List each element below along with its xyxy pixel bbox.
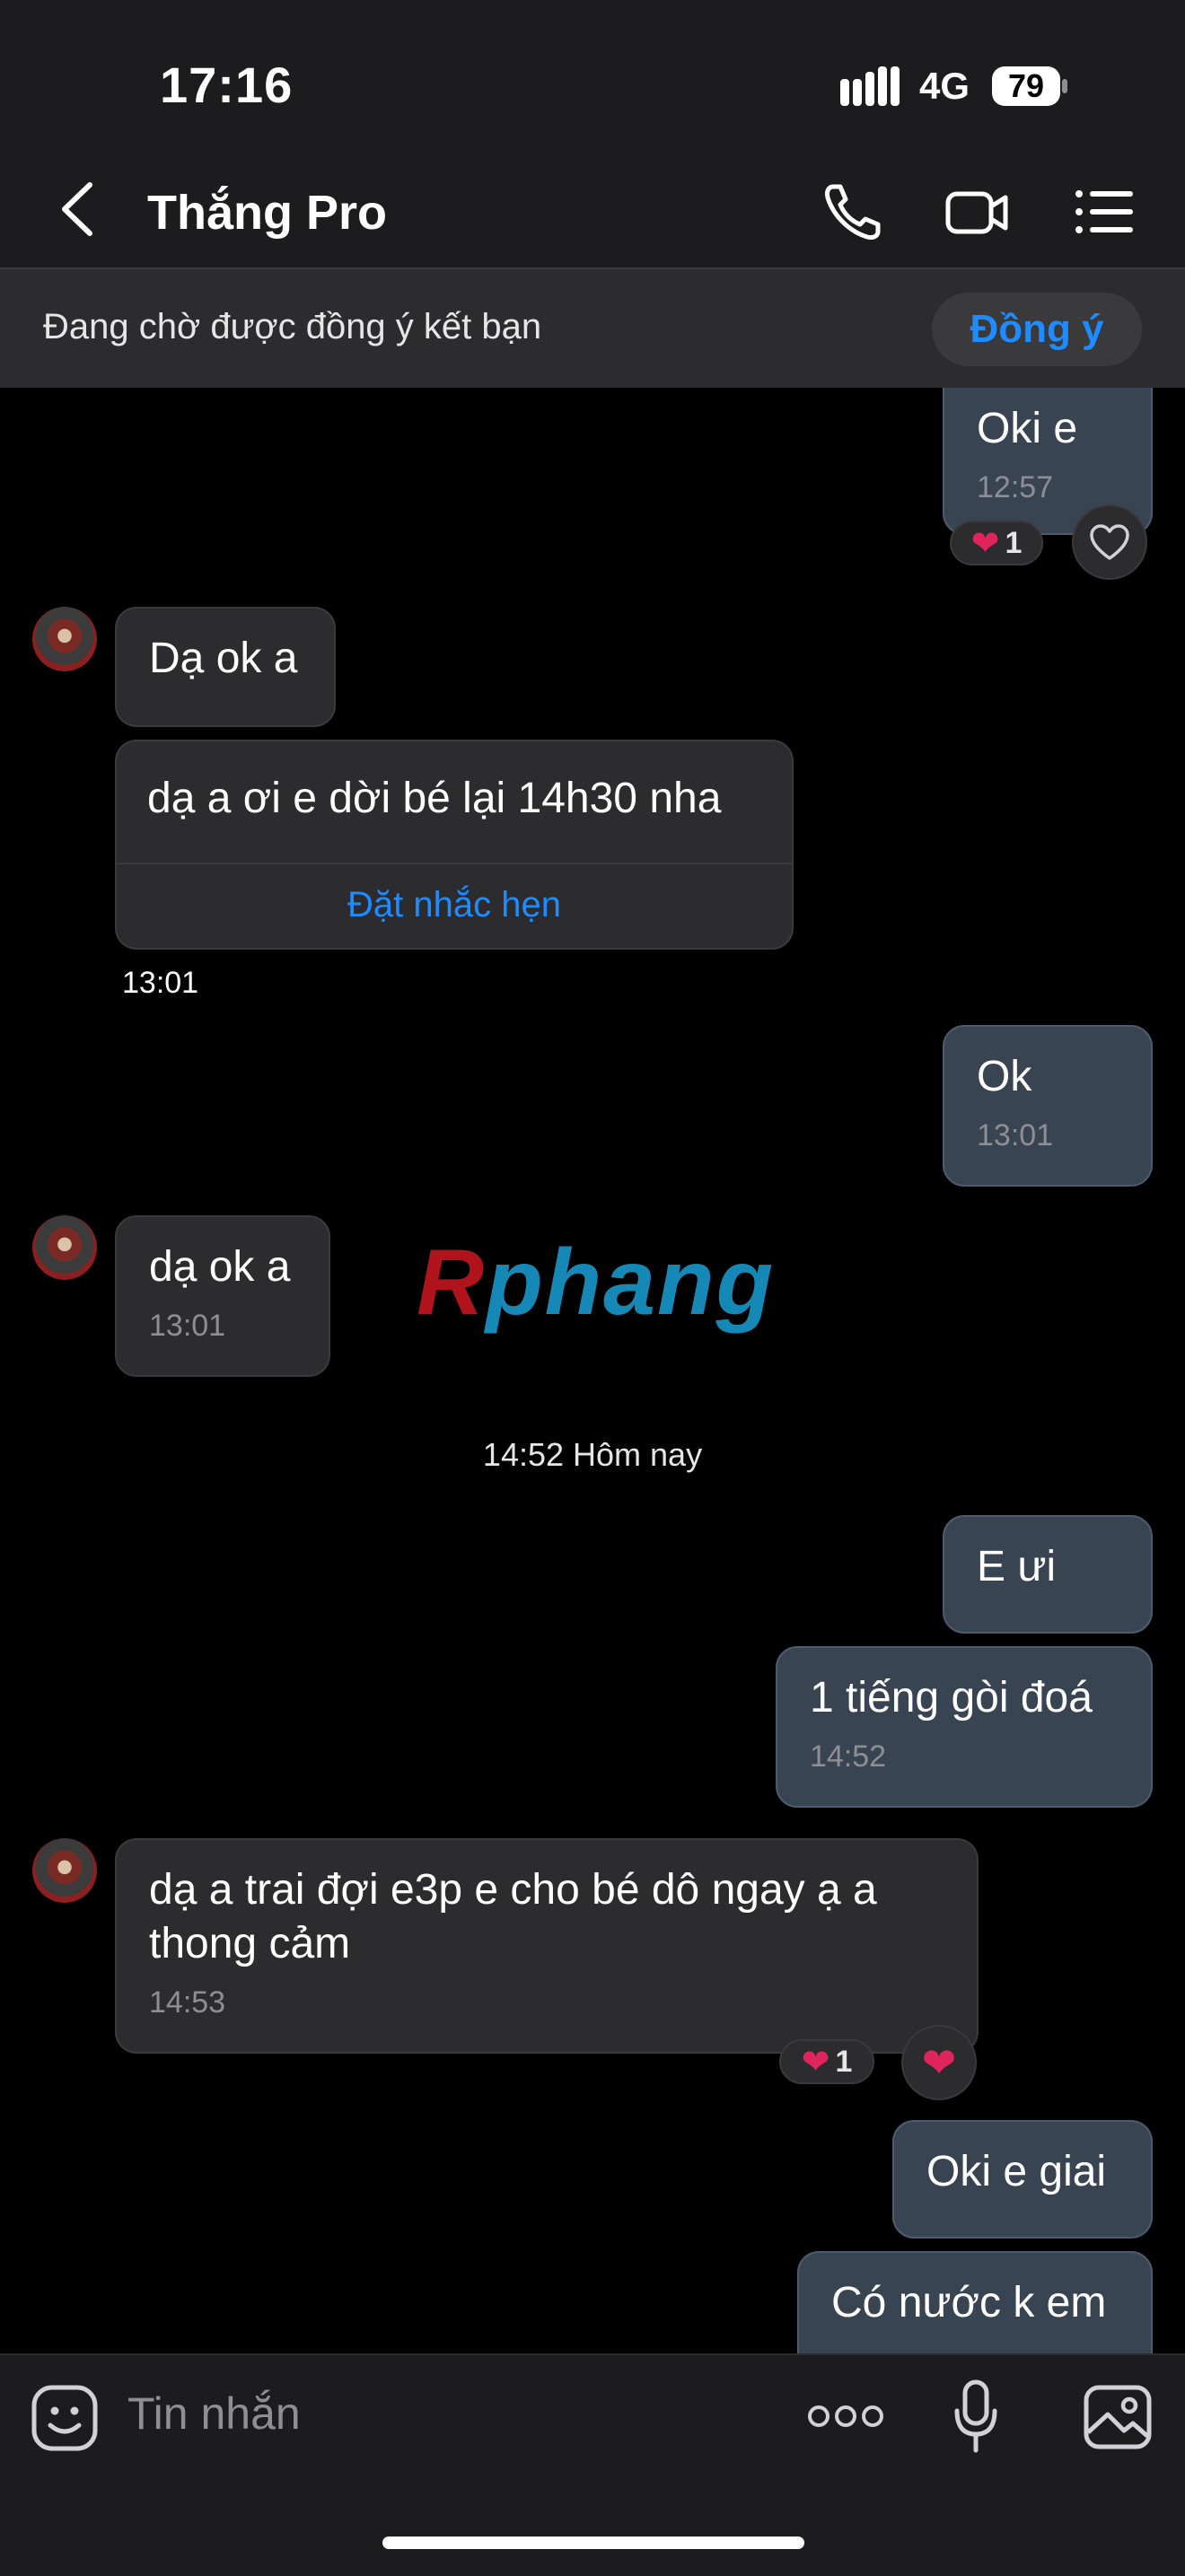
message-bubble-outgoing[interactable]: 1 tiếng gòi đoá 14:52 (776, 1646, 1153, 1808)
message-time: 12:57 (977, 470, 1054, 504)
reaction-count: 1 (835, 2044, 853, 2079)
message-bubble-incoming[interactable]: dạ a trai đợi e3p e cho bé dô ngay ạ a t… (115, 1838, 979, 2054)
contact-avatar[interactable] (32, 607, 97, 671)
reaction-count: 1 (1005, 525, 1023, 560)
watermark-logo: Rphang (417, 1231, 776, 1335)
phone-icon[interactable] (821, 180, 885, 244)
message-text: Dạ ok a (149, 635, 298, 682)
heart-icon: ❤ (921, 2039, 957, 2086)
network-type: 4G (919, 65, 970, 107)
message-text: Oki e (977, 405, 1078, 452)
home-indicator[interactable] (382, 2537, 804, 2549)
heart-icon: ❤ (970, 524, 1000, 563)
message-bubble-incoming[interactable]: Dạ ok a (115, 607, 336, 727)
message-input[interactable]: Tin nhắn (127, 2388, 301, 2440)
react-button[interactable] (1072, 504, 1147, 580)
heart-outline-icon (1090, 524, 1129, 560)
message-time: 13:01 (149, 1309, 226, 1343)
reaction-summary[interactable]: ❤ 1 (950, 521, 1043, 565)
message-time: 13:01 (122, 966, 199, 1000)
message-bubble-outgoing[interactable]: Ok 13:01 (943, 1025, 1153, 1187)
battery-level: 79 (1007, 67, 1045, 104)
message-bubble-incoming[interactable]: dạ ok a 13:01 (115, 1215, 330, 1377)
message-time: 14:52 (810, 1739, 887, 1774)
message-text: Ok (977, 1053, 1032, 1100)
message-bubble-incoming[interactable]: dạ a ơi e dời bé lại 14h30 nha Đặt nhắc … (115, 740, 794, 950)
signal-icon (840, 66, 900, 106)
message-bubble-outgoing[interactable]: E ưi (943, 1515, 1153, 1634)
contact-avatar[interactable] (32, 1215, 97, 1280)
date-separator: 14:52 Hôm nay (482, 1436, 703, 1473)
message-time: 13:01 (977, 1118, 1054, 1152)
contact-avatar[interactable] (32, 1838, 97, 1903)
menu-icon[interactable] (1072, 180, 1137, 244)
heart-icon: ❤ (801, 2043, 830, 2081)
message-bubble-outgoing[interactable]: Oki e giai (892, 2120, 1153, 2239)
reaction-summary[interactable]: ❤ 1 (779, 2039, 874, 2084)
image-icon[interactable] (1083, 2384, 1153, 2450)
message-time: 14:53 (149, 1985, 226, 2020)
chat-title[interactable]: Thắng Pro (147, 185, 387, 241)
more-icon[interactable] (806, 2400, 885, 2432)
message-text: dạ ok a (149, 1243, 291, 1291)
message-text: Có nước k em (831, 2279, 1107, 2326)
battery-icon: 79 (991, 65, 1068, 108)
accept-friend-button[interactable]: Đồng ý (932, 293, 1142, 366)
set-reminder-button[interactable]: Đặt nhắc hẹn (117, 885, 792, 925)
video-call-icon[interactable] (944, 180, 1009, 244)
react-button[interactable]: ❤ (901, 2025, 977, 2100)
message-text: dạ a ơi e dời bé lại 14h30 nha (147, 775, 722, 822)
message-text: 1 tiếng gòi đoá (810, 1674, 1093, 1722)
message-text: E ưi (977, 1543, 1057, 1590)
message-text: dạ a trai đợi e3p e cho bé dô ngay ạ a t… (149, 1866, 877, 1967)
sticker-icon[interactable] (31, 2384, 99, 2452)
back-icon[interactable] (57, 180, 99, 239)
banner-text: Đang chờ được đồng ý kết bạn (43, 307, 542, 346)
microphone-icon[interactable] (953, 2379, 998, 2454)
message-text: Oki e giai (926, 2148, 1107, 2195)
status-time: 17:16 (160, 57, 294, 113)
divider (117, 863, 792, 864)
